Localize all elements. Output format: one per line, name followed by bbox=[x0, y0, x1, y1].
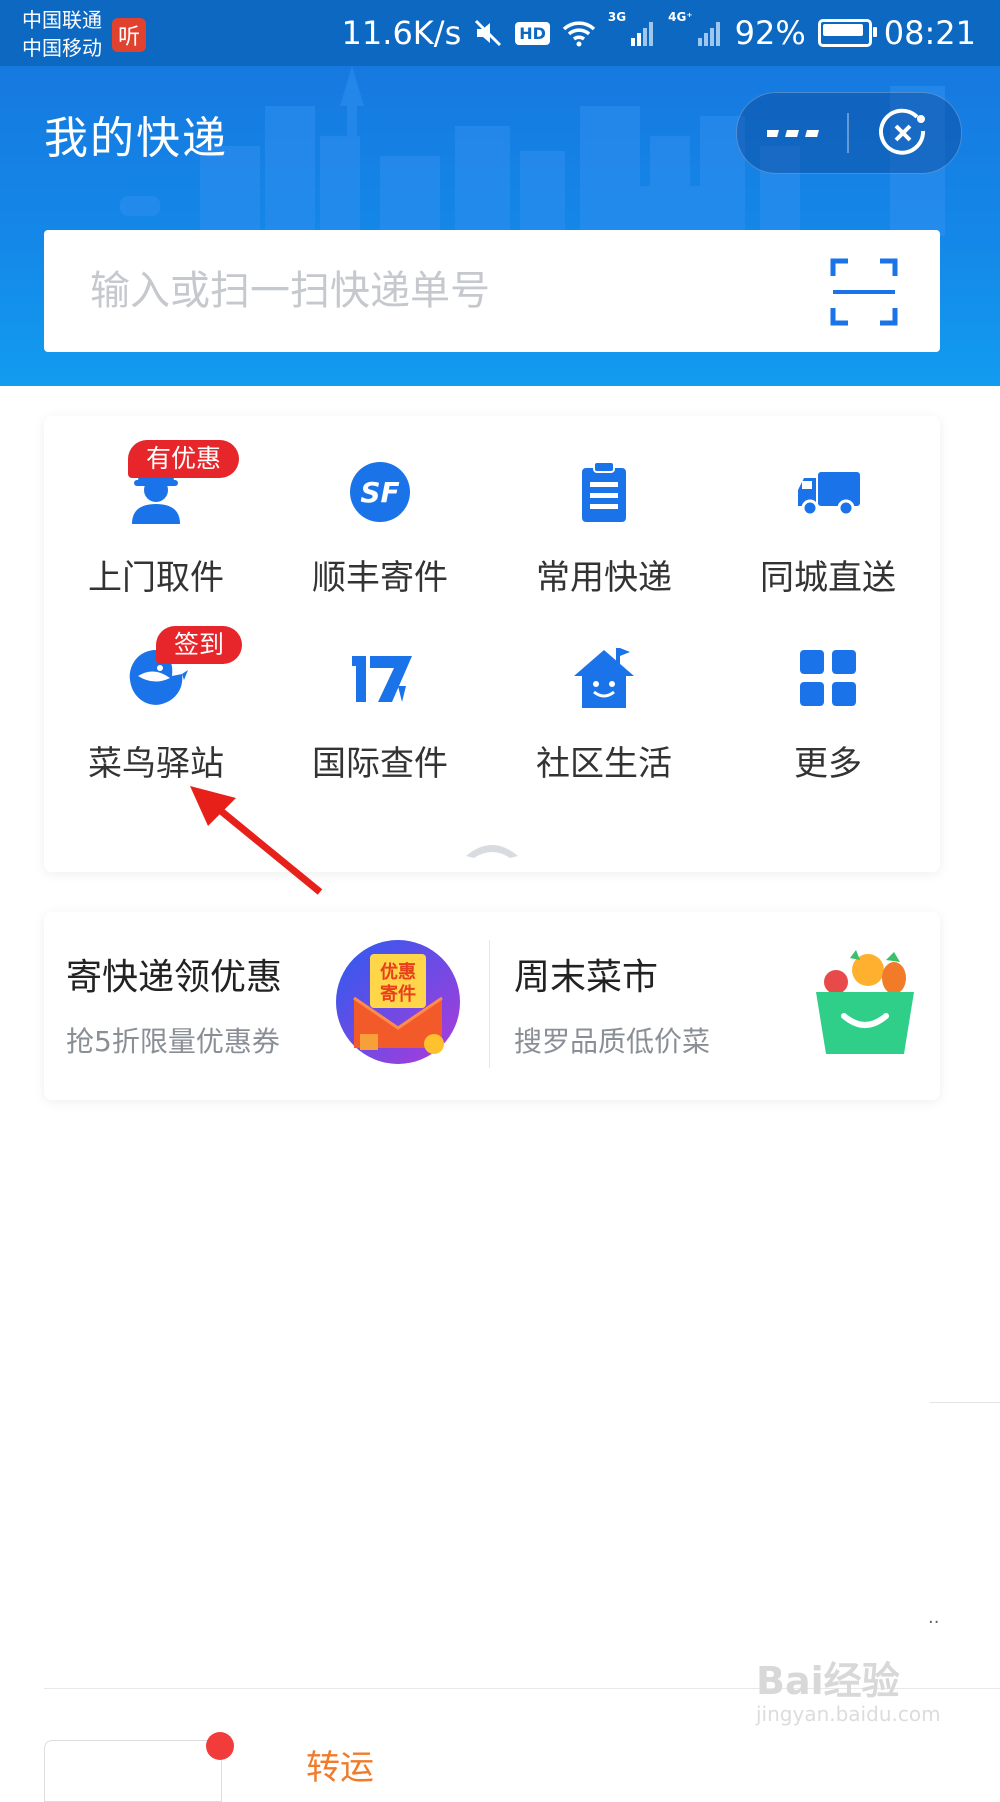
collapse-chevron-icon[interactable] bbox=[462, 836, 522, 860]
baidu-watermark: Bai经验 bbox=[756, 1659, 900, 1703]
vegetable-basket-illustration bbox=[816, 950, 914, 1054]
sf-logo-icon: SF bbox=[350, 462, 410, 522]
signal-4g-icon bbox=[697, 22, 720, 46]
dots-indicator: ·· bbox=[928, 1612, 940, 1633]
status-indicators: 11.6K/s HD 3G 4G⁺ 92% 08:21 bbox=[342, 10, 976, 56]
listen-app-icon: 听 bbox=[112, 18, 146, 52]
coupon-art-text-1: 优惠 bbox=[380, 961, 416, 983]
bottom-tab-partial[interactable] bbox=[44, 1740, 222, 1802]
promo-weekend-market[interactable]: 周末菜市 搜罗品质低价菜 bbox=[492, 912, 940, 1100]
promo-subtitle: 搜罗品质低价菜 bbox=[514, 1025, 711, 1058]
scan-icon[interactable] bbox=[830, 258, 898, 326]
promo-send-express[interactable]: 寄快递领优惠 抢5折限量优惠券 优惠 寄件 bbox=[44, 912, 492, 1100]
carrier-info: 中国联通 中国移动 bbox=[22, 6, 102, 62]
carrier-2: 中国移动 bbox=[22, 36, 102, 60]
service-community-life[interactable]: 社区生活 bbox=[492, 628, 716, 798]
hd-badge: HD bbox=[515, 21, 550, 45]
carrier-1: 中国联通 bbox=[22, 8, 102, 32]
baidu-watermark-url: jingyan.baidu.com bbox=[756, 1702, 941, 1726]
service-label: 社区生活 bbox=[536, 744, 672, 784]
svg-text:SF: SF bbox=[360, 476, 399, 509]
battery-icon bbox=[817, 19, 877, 47]
grid-more-icon bbox=[800, 650, 856, 706]
more-options-icon[interactable] bbox=[767, 115, 827, 151]
promo-title: 周末菜市 bbox=[514, 957, 659, 998]
service-label: 顺丰寄件 bbox=[312, 558, 448, 598]
wifi-icon bbox=[562, 21, 596, 47]
close-mini-program-icon[interactable] bbox=[877, 107, 929, 159]
service-label: 菜鸟驿站 bbox=[88, 744, 224, 784]
services-card: 上门取件 有优惠 SF 顺丰寄件 常用快递 同城直送 菜鸟驿站 签到 国际查件 … bbox=[44, 416, 940, 872]
service-common-express[interactable]: 常用快递 bbox=[492, 442, 716, 612]
service-label: 同城直送 bbox=[760, 558, 896, 598]
battery-percent: 92% bbox=[734, 14, 806, 52]
annotation-arrow bbox=[190, 786, 323, 895]
service-label: 国际查件 bbox=[312, 744, 448, 784]
service-more[interactable]: 更多 bbox=[716, 628, 940, 798]
service-label: 常用快递 bbox=[536, 558, 672, 598]
side-divider bbox=[930, 1402, 1000, 1403]
checkin-badge: 签到 bbox=[156, 626, 243, 664]
promo-card: 寄快递领优惠 抢5折限量优惠券 优惠 寄件 周末菜市 搜罗品质低价菜 bbox=[44, 912, 940, 1100]
network-speed: 11.6K/s bbox=[341, 14, 462, 52]
header-banner: 我的快递 bbox=[0, 66, 1000, 386]
page-title: 我的快递 bbox=[44, 113, 228, 164]
tracking-number-input[interactable] bbox=[88, 260, 792, 322]
bottom-orange-label: 转运 bbox=[306, 1748, 374, 1788]
capsule-divider bbox=[847, 113, 849, 153]
promo-badge: 有优惠 bbox=[128, 440, 240, 478]
mute-icon bbox=[475, 19, 502, 47]
network-3g-label: 3G bbox=[607, 10, 627, 24]
mini-program-capsule bbox=[736, 92, 962, 174]
clock: 08:21 bbox=[883, 14, 976, 52]
17track-icon bbox=[352, 656, 412, 702]
service-international-tracking[interactable]: 国际查件 bbox=[268, 628, 492, 798]
service-cainiao-station[interactable]: 菜鸟驿站 签到 bbox=[44, 626, 268, 798]
coupon-envelope-illustration: 优惠 寄件 bbox=[336, 940, 460, 1064]
service-label: 更多 bbox=[794, 744, 862, 784]
service-sf-express[interactable]: SF 顺丰寄件 bbox=[268, 442, 492, 612]
truck-icon bbox=[798, 472, 860, 517]
promo-title: 寄快递领优惠 bbox=[66, 957, 283, 998]
promo-subtitle: 抢5折限量优惠券 bbox=[66, 1025, 280, 1058]
promo-divider bbox=[489, 940, 490, 1068]
clipboard-icon bbox=[582, 461, 626, 522]
service-pickup[interactable]: 上门取件 有优惠 bbox=[44, 440, 268, 612]
tracking-search-box bbox=[44, 230, 940, 352]
network-4g-label: 4G⁺ bbox=[668, 10, 693, 24]
community-house-icon bbox=[574, 648, 634, 708]
service-label: 上门取件 bbox=[88, 558, 224, 598]
notification-dot bbox=[206, 1732, 234, 1760]
service-same-city[interactable]: 同城直送 bbox=[716, 442, 940, 612]
signal-3g-icon bbox=[631, 22, 654, 46]
status-bar: 中国联通 中国移动 听 11.6K/s HD 3G 4G⁺ 92% 08:21 bbox=[0, 0, 1000, 66]
coupon-art-text-2: 寄件 bbox=[380, 983, 416, 1005]
